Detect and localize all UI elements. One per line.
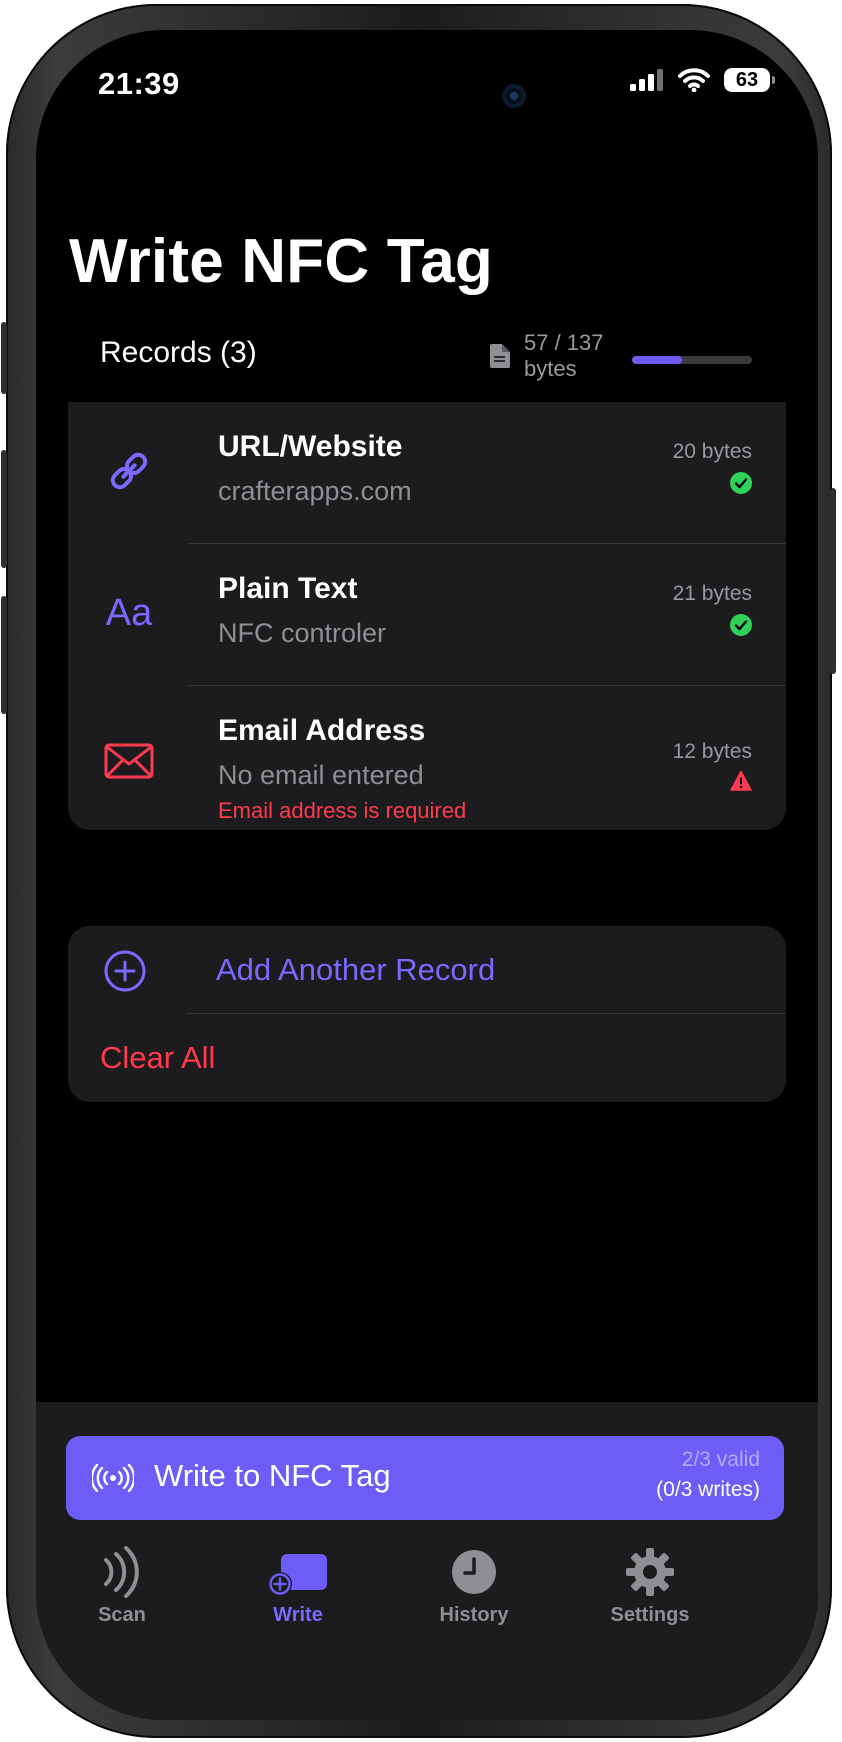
front-camera	[502, 84, 526, 108]
gear-icon	[626, 1548, 674, 1596]
writes-count: (0/3 writes)	[656, 1478, 760, 1501]
tab-scan[interactable]: Scan	[42, 1546, 202, 1627]
clear-all-button[interactable]: Clear All	[100, 1040, 215, 1076]
text-icon: Aa	[105, 591, 153, 634]
add-record-button[interactable]: Add Another Record	[68, 926, 786, 1014]
records-count-label: Records (3)	[100, 336, 257, 369]
page-title: Write NFC Tag	[69, 227, 493, 296]
record-error-message: Email address is required	[218, 798, 467, 823]
nfc-waves-icon	[104, 1546, 139, 1598]
bytes-progress-bar	[632, 356, 752, 364]
status-icons: 63	[630, 68, 775, 92]
record-value: NFC controler	[218, 618, 387, 648]
records-list: URL/Website crafterapps.com 20 bytes Aa …	[68, 402, 786, 830]
checkmark-circle-icon	[730, 614, 752, 636]
write-to-tag-button[interactable]: Write to NFC Tag 2/3 valid (0/3 writes)	[66, 1436, 784, 1520]
nfc-broadcast-icon	[92, 1464, 134, 1492]
record-type-title: Email Address	[218, 714, 426, 747]
bytes-progress-fill	[632, 356, 682, 364]
write-tag-icon	[268, 1554, 327, 1596]
bytes-usage-text: 57 / 137 bytes	[524, 330, 620, 382]
clock-icon	[452, 1550, 496, 1594]
status-time: 21:39	[98, 66, 180, 101]
document-icon	[490, 344, 510, 368]
record-size: 21 bytes	[672, 582, 752, 605]
row-divider	[186, 1013, 786, 1014]
tab-label: Scan	[98, 1604, 146, 1626]
link-icon	[104, 446, 154, 496]
valid-records-count: 2/3 valid	[681, 1448, 760, 1471]
battery-indicator: 63	[724, 68, 775, 92]
bytes-unit: bytes	[524, 356, 577, 381]
record-type-title: Plain Text	[218, 572, 358, 605]
tab-write[interactable]: Write	[218, 1546, 378, 1627]
write-button-label: Write to NFC Tag	[154, 1458, 391, 1493]
plus-circle-icon	[104, 950, 146, 992]
record-type-title: URL/Website	[218, 430, 403, 463]
record-actions: Add Another Record Clear All	[68, 926, 786, 1102]
record-value: No email entered	[218, 760, 424, 790]
record-row-url[interactable]: URL/Website crafterapps.com 20 bytes	[68, 402, 786, 544]
wifi-icon	[678, 68, 710, 92]
bytes-used-value: 57 / 137	[524, 330, 604, 355]
warning-triangle-icon	[730, 770, 752, 791]
power-button	[830, 488, 836, 674]
bottom-bar: Write to NFC Tag 2/3 valid (0/3 writes) …	[36, 1402, 818, 1720]
record-row-email[interactable]: Email Address No email entered Email add…	[68, 686, 786, 830]
record-size: 20 bytes	[672, 440, 752, 463]
record-value: crafterapps.com	[218, 476, 412, 506]
tab-label: Write	[273, 1604, 323, 1626]
action-button	[1, 322, 7, 394]
tab-history[interactable]: History	[394, 1546, 554, 1627]
record-row-text[interactable]: Aa Plain Text NFC controler 21 bytes	[68, 544, 786, 686]
tab-label: History	[439, 1604, 509, 1626]
checkmark-circle-icon	[730, 472, 752, 494]
volume-down-button	[1, 596, 7, 714]
bytes-usage: 57 / 137 bytes	[490, 330, 620, 382]
tab-bar: Scan Write History Settings	[36, 1536, 818, 1646]
cellular-signal-icon	[630, 69, 663, 91]
screen: 21:39 63 Write NFC Tag Records (3) 57 / …	[36, 30, 818, 1720]
phone-frame: 21:39 63 Write NFC Tag Records (3) 57 / …	[1, 4, 836, 1738]
record-size: 12 bytes	[672, 740, 752, 763]
tab-settings[interactable]: Settings	[570, 1546, 730, 1627]
envelope-icon	[104, 736, 154, 786]
volume-up-button	[1, 450, 7, 568]
add-record-label: Add Another Record	[216, 952, 496, 987]
tab-label: Settings	[610, 1604, 690, 1626]
